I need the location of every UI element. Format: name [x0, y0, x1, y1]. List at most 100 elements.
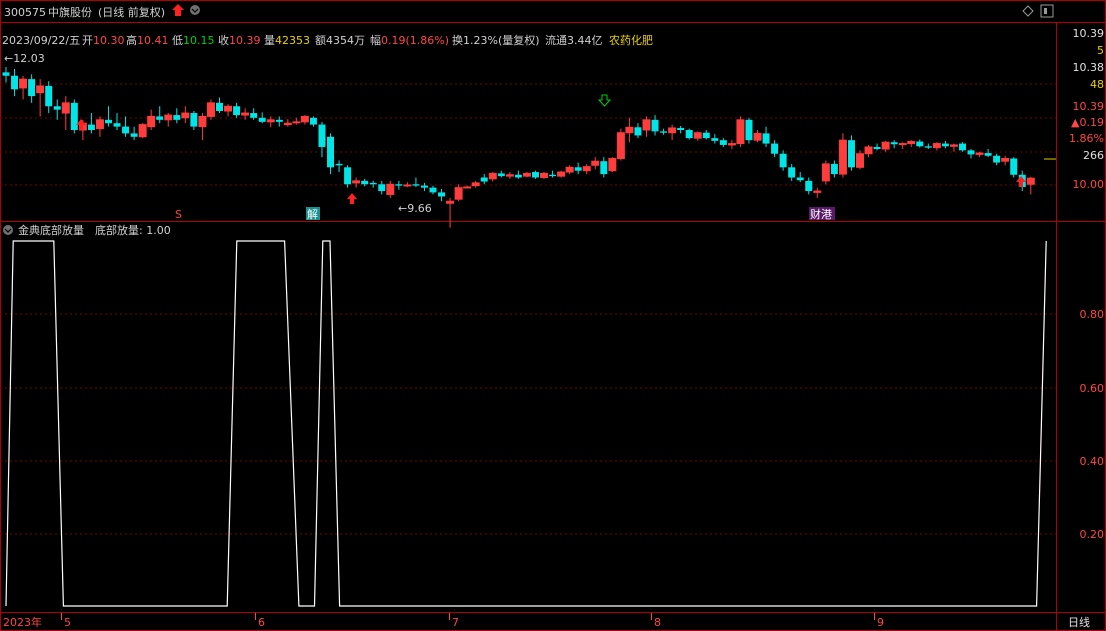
candle — [591, 157, 600, 170]
candle-body — [130, 133, 138, 137]
chart-mode[interactable]: (日线 前复权) — [98, 5, 165, 19]
candle — [984, 148, 992, 158]
candle — [309, 116, 317, 127]
candle-body — [104, 119, 112, 124]
candle — [651, 115, 659, 136]
candle-body — [471, 182, 480, 187]
candle — [788, 163, 796, 181]
candle — [70, 99, 78, 134]
chevron-down-icon[interactable] — [3, 225, 13, 235]
candle — [693, 131, 702, 141]
candle-body — [873, 146, 881, 149]
candle — [505, 172, 514, 179]
candle — [932, 142, 941, 151]
info-open: 10.30 — [93, 34, 125, 47]
candle-body — [224, 105, 233, 112]
candle — [1010, 157, 1018, 178]
candle-body — [881, 141, 890, 150]
info-turnover: 1.23%(量复权) — [463, 33, 540, 47]
candle — [335, 160, 343, 173]
candle-body — [898, 143, 907, 146]
candle-body — [327, 136, 335, 168]
candle-body — [975, 152, 984, 155]
price-axis-label: 10.39 — [1073, 27, 1105, 40]
candle-body — [292, 121, 301, 124]
candle — [395, 180, 403, 190]
info-change: 0.19(1.86%) — [381, 34, 449, 47]
indicator-axis: 0.80 0.60 0.40 0.20 — [1080, 308, 1105, 541]
stock-name: 中旗股份 — [48, 5, 92, 19]
candle — [138, 123, 147, 139]
period-tab[interactable]: 日线 — [1068, 615, 1090, 629]
candle-body — [378, 184, 386, 192]
candle-body — [386, 183, 395, 195]
candle-body — [932, 143, 941, 149]
candle-body — [266, 119, 275, 123]
indicator-title[interactable]: 金典底部放量 — [18, 223, 84, 237]
candle-body — [677, 127, 685, 130]
candle-body — [122, 126, 130, 134]
price-axis-side-value: 266 — [1083, 149, 1104, 162]
candle — [745, 117, 753, 144]
candle-body — [250, 113, 258, 118]
candle — [113, 113, 121, 130]
chevron-down-icon[interactable] — [190, 5, 200, 15]
candle-body — [497, 173, 505, 177]
candle-body — [549, 174, 557, 177]
price-axis-side-value: 10.39 — [1073, 100, 1105, 113]
candle — [660, 128, 668, 135]
candle — [378, 180, 386, 195]
candle — [266, 116, 275, 128]
candle — [907, 140, 916, 147]
candle-body — [967, 150, 975, 155]
info-sector[interactable]: 农药化肥 — [609, 33, 653, 47]
candle-body — [412, 184, 420, 186]
candle — [856, 150, 864, 170]
candle-body — [668, 127, 677, 134]
candle-body — [480, 177, 488, 182]
candle — [61, 96, 70, 130]
candle-body — [727, 143, 736, 146]
candle-body — [463, 186, 472, 189]
price-axis-side-value: ▲0.19 — [1071, 116, 1104, 129]
candle-body — [344, 167, 352, 185]
candle-body — [582, 166, 591, 172]
diamond-icon[interactable] — [1022, 5, 1034, 17]
candle-body — [429, 187, 437, 193]
indicator-axis-label: 0.80 — [1080, 308, 1105, 321]
candle-body — [796, 177, 804, 181]
candle — [582, 163, 591, 175]
candle — [540, 172, 549, 179]
info-volume: 42353 — [275, 34, 310, 47]
price-axis-side-value: 5 — [1097, 44, 1104, 57]
price-axis-side-value: 48 — [1090, 78, 1104, 91]
candle-body — [813, 190, 822, 193]
candle-body — [1001, 157, 1010, 162]
candle-body — [736, 119, 745, 145]
candle-body — [505, 174, 514, 177]
event-tag-unlock[interactable]: 解 — [307, 207, 318, 221]
candle — [736, 116, 745, 147]
candle — [181, 106, 190, 124]
candle-body — [369, 182, 377, 185]
candle — [95, 116, 104, 137]
candle-body — [300, 115, 309, 123]
candle-body — [258, 117, 266, 122]
candle — [53, 99, 61, 120]
candle — [292, 117, 301, 125]
candle — [727, 140, 736, 149]
indicator-line — [5, 240, 1047, 607]
candle — [1026, 176, 1035, 195]
candle — [164, 113, 173, 127]
event-tag-s[interactable]: S — [175, 208, 182, 221]
candle-body — [147, 115, 156, 128]
candle — [634, 123, 642, 139]
event-tag-finance[interactable]: 财港 — [810, 207, 832, 221]
candle-body — [19, 78, 28, 89]
candle — [702, 130, 710, 140]
candle-body — [198, 115, 207, 128]
candle-body — [164, 114, 173, 121]
candle — [497, 170, 505, 178]
candle-body — [864, 146, 873, 155]
candle-body — [395, 184, 403, 186]
